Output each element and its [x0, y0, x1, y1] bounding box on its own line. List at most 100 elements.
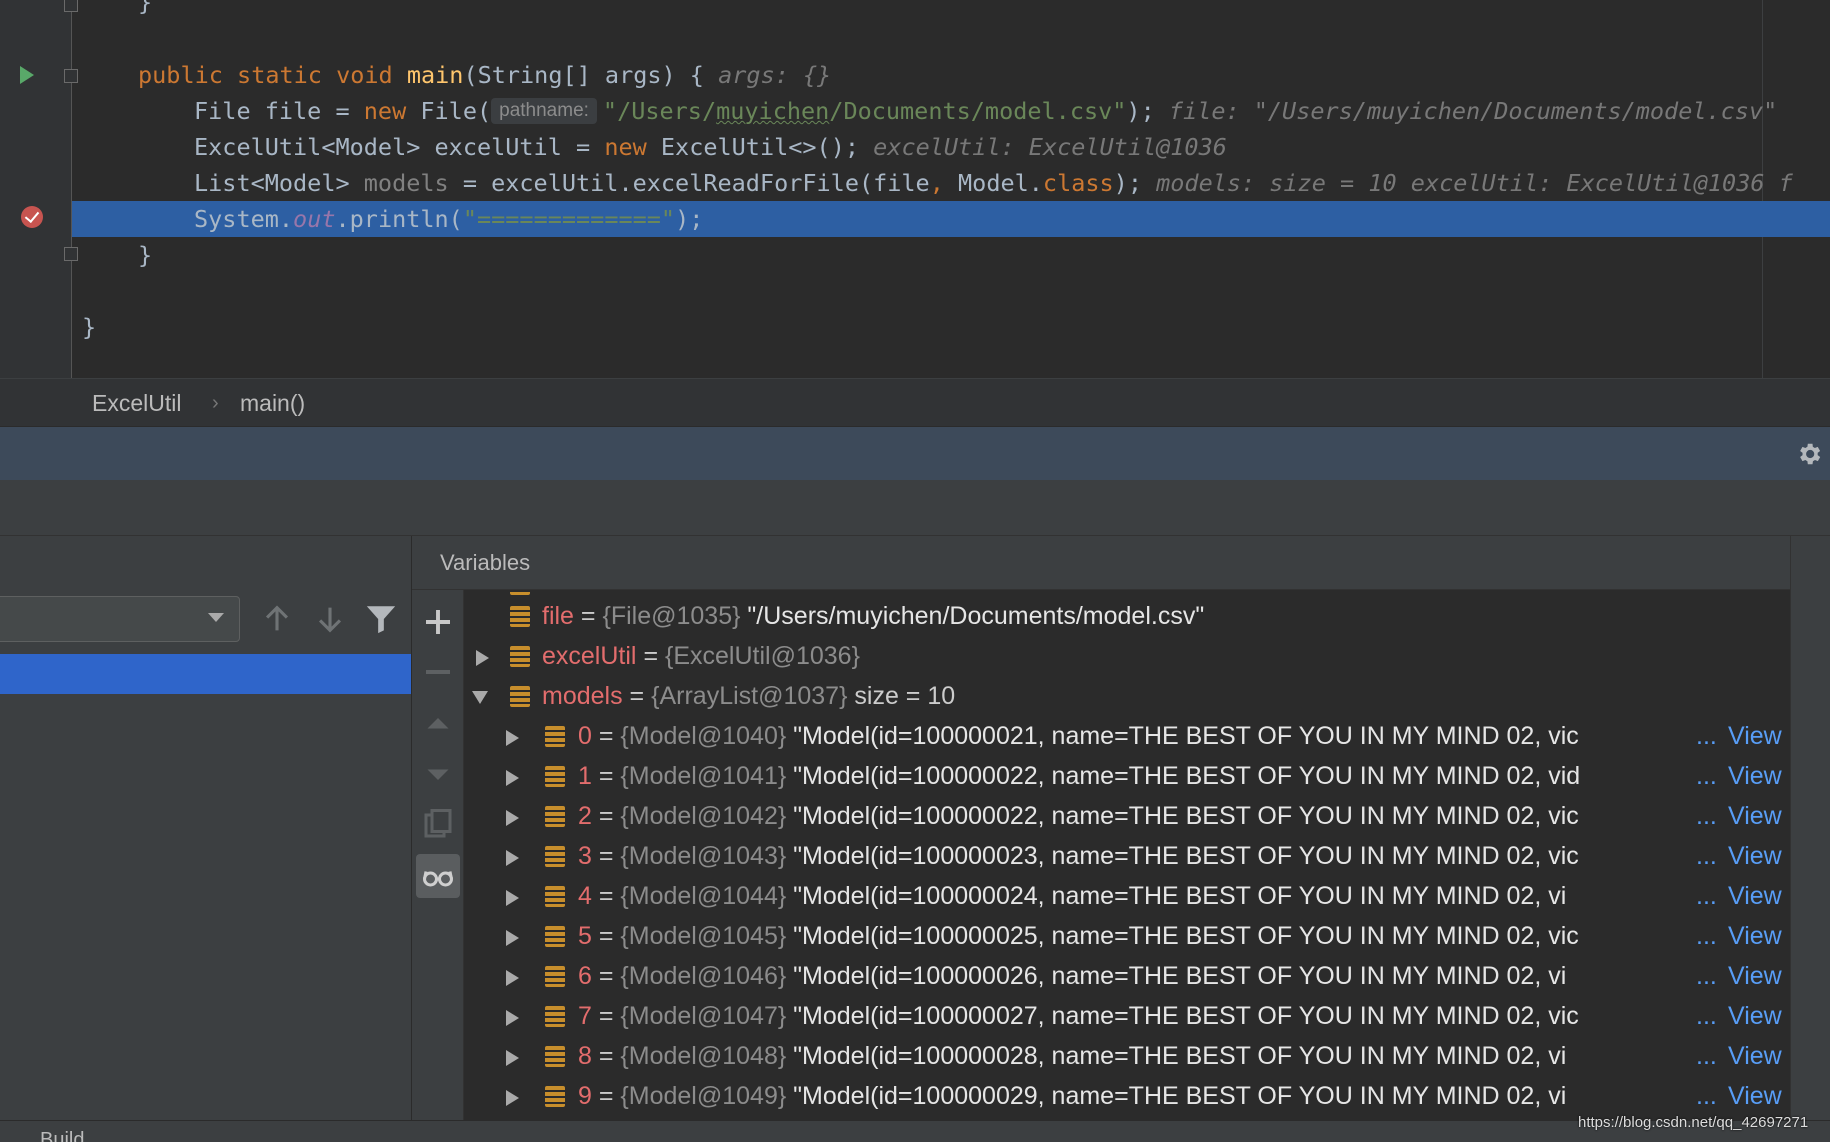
inline-debug-hint: models: size = 10 excelUtil: ExcelUtil@1… — [1156, 169, 1793, 197]
ellipsis: ... — [1694, 756, 1721, 796]
variable-text: models = {ArrayList@1037} size = 10 — [542, 682, 956, 710]
field-icon — [545, 926, 565, 947]
variable-row-excelutil[interactable]: excelUtil = {ExcelUtil@1036} — [464, 636, 1790, 676]
breadcrumb: ExcelUtil › main() — [0, 378, 1830, 426]
status-bar: Build — [0, 1120, 1830, 1142]
expand-arrow-icon[interactable] — [476, 650, 489, 666]
expand-arrow-icon[interactable] — [506, 770, 519, 786]
code-text: ExcelUtil<Model> excelUtil = new ExcelUt… — [194, 133, 1227, 161]
ellipsis: ... — [1694, 1036, 1721, 1076]
glasses-icon — [423, 871, 453, 887]
code-editor[interactable]: } public static void main(String[] args)… — [0, 0, 1830, 378]
field-icon — [545, 1046, 565, 1067]
inline-debug-hint: args: {} — [718, 61, 832, 89]
code-line-main-signature: public static void main(String[] args) {… — [0, 57, 1830, 93]
view-link[interactable]: View — [1724, 916, 1790, 956]
arrow-up-icon[interactable] — [420, 706, 456, 742]
expand-arrow-icon[interactable] — [506, 970, 519, 986]
view-link[interactable]: View — [1724, 956, 1790, 996]
variables-toolbar — [412, 590, 464, 1120]
variables-title: Variables — [440, 550, 531, 575]
variables-tree[interactable]: file = {File@1035} "/Users/muyichen/Docu… — [464, 590, 1790, 1120]
build-tab[interactable]: Build — [40, 1129, 84, 1142]
list-item[interactable]: 6 = {Model@1046} "Model(id=100000026, na… — [464, 956, 1790, 996]
arrow-up-icon[interactable] — [260, 602, 294, 636]
breadcrumb-class[interactable]: ExcelUtil — [92, 379, 181, 427]
watermark-text: https://blog.csdn.net/qq_42697271 — [1578, 1114, 1809, 1131]
field-icon — [545, 1086, 565, 1107]
breadcrumb-method[interactable]: main() — [240, 379, 305, 427]
list-item[interactable]: 8 = {Model@1048} "Model(id=100000028, na… — [464, 1036, 1790, 1076]
view-link[interactable]: View — [1724, 836, 1790, 876]
field-icon — [545, 966, 565, 987]
list-item[interactable]: 3 = {Model@1043} "Model(id=100000023, na… — [464, 836, 1790, 876]
parameter-hint: pathname: — [491, 98, 597, 124]
frames-panel — [0, 536, 412, 1120]
copy-icon[interactable] — [420, 806, 456, 842]
code-line-excelutil: ExcelUtil<Model> excelUtil = new ExcelUt… — [0, 129, 1830, 165]
view-link[interactable]: View — [1724, 796, 1790, 836]
field-icon — [545, 766, 565, 787]
ellipsis: ... — [1694, 996, 1721, 1036]
list-item[interactable]: 2 = {Model@1042} "Model(id=100000022, na… — [464, 796, 1790, 836]
field-icon — [545, 806, 565, 827]
view-link[interactable]: View — [1724, 1036, 1790, 1076]
list-item[interactable]: 0 = {Model@1040} "Model(id=100000021, na… — [464, 716, 1790, 756]
list-item[interactable]: 4 = {Model@1044} "Model(id=100000024, na… — [464, 876, 1790, 916]
expand-arrow-icon[interactable] — [506, 850, 519, 866]
minus-icon[interactable] — [420, 654, 456, 690]
code-text: } — [138, 0, 153, 16]
field-icon — [545, 726, 565, 747]
plus-icon[interactable] — [420, 604, 456, 640]
execution-point-line: System.out.println("============="); — [72, 201, 1830, 237]
view-link[interactable]: View — [1724, 716, 1790, 756]
view-link[interactable]: View — [1724, 1076, 1790, 1116]
field-icon — [510, 686, 530, 707]
expand-arrow-icon[interactable] — [506, 930, 519, 946]
expand-arrow-icon[interactable] — [506, 1090, 519, 1106]
debugger-toolbar — [0, 480, 1830, 536]
filter-icon[interactable] — [364, 602, 398, 636]
ellipsis: ... — [1694, 716, 1721, 756]
variable-row-file[interactable]: file = {File@1035} "/Users/muyichen/Docu… — [464, 596, 1790, 636]
chevron-down-icon[interactable] — [208, 613, 224, 622]
list-item[interactable]: 1 = {Model@1041} "Model(id=100000022, na… — [464, 756, 1790, 796]
expand-arrow-icon[interactable] — [506, 1050, 519, 1066]
expand-arrow-icon[interactable] — [506, 1010, 519, 1026]
code-text: File file = new File(pathname: "/Users/mu… — [194, 97, 1778, 125]
breadcrumb-separator: › — [212, 392, 219, 414]
expand-arrow-icon[interactable] — [506, 890, 519, 906]
arrow-down-icon[interactable] — [420, 756, 456, 792]
selected-frame[interactable] — [0, 654, 411, 694]
view-link[interactable]: View — [1724, 996, 1790, 1036]
variable-text: 2 = {Model@1042} "Model(id=100000022, na… — [578, 802, 1579, 830]
code-line-file: File file = new File(pathname: "/Users/mu… — [0, 93, 1830, 129]
variable-text: 6 = {Model@1046} "Model(id=100000026, na… — [578, 962, 1567, 990]
expand-arrow-icon[interactable] — [506, 730, 519, 746]
breakpoint-icon[interactable] — [21, 206, 43, 228]
collapse-arrow-icon[interactable] — [472, 691, 488, 704]
watch-toggle[interactable] — [416, 854, 460, 898]
variable-text: excelUtil = {ExcelUtil@1036} — [542, 642, 860, 670]
code-line: } — [0, 0, 1830, 20]
code-line: } — [0, 237, 1830, 273]
variable-text: file = {File@1035} "/Users/muyichen/Docu… — [542, 602, 1205, 630]
variable-text: 1 = {Model@1041} "Model(id=100000022, na… — [578, 762, 1581, 790]
view-link[interactable]: View — [1724, 756, 1790, 796]
ellipsis: ... — [1694, 836, 1721, 876]
variable-row-models[interactable]: models = {ArrayList@1037} size = 10 — [464, 676, 1790, 716]
list-item[interactable]: 9 = {Model@1049} "Model(id=100000029, na… — [464, 1076, 1790, 1116]
list-item[interactable]: 7 = {Model@1047} "Model(id=100000027, na… — [464, 996, 1790, 1036]
code-line-models: List<Model> models = excelUtil.excelRead… — [0, 165, 1830, 201]
thread-selector[interactable] — [0, 596, 240, 642]
variable-text: 4 = {Model@1044} "Model(id=100000024, na… — [578, 882, 1567, 910]
gear-icon[interactable] — [1795, 440, 1823, 468]
expand-arrow-icon[interactable] — [506, 810, 519, 826]
view-link[interactable]: View — [1724, 876, 1790, 916]
inline-debug-hint: excelUtil: ExcelUtil@1036 — [873, 133, 1227, 161]
code-text: } — [82, 313, 97, 341]
list-item[interactable]: 5 = {Model@1045} "Model(id=100000025, na… — [464, 916, 1790, 956]
code-text: } — [138, 241, 153, 269]
arrow-down-icon[interactable] — [313, 602, 347, 636]
code-text: public static void main(String[] args) {… — [138, 61, 832, 89]
